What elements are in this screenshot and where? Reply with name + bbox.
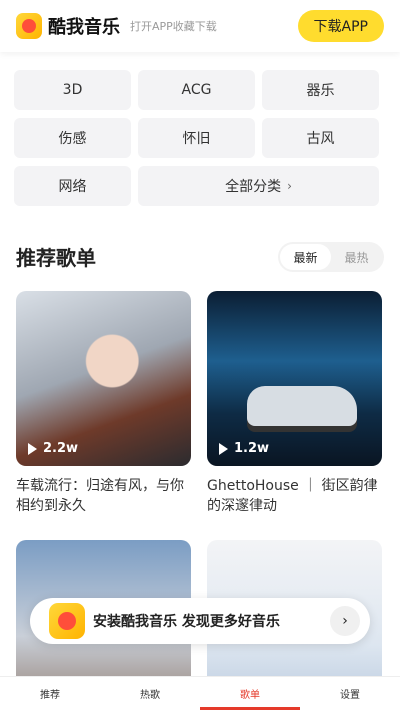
chevron-right-icon: › [287, 179, 292, 193]
playlist-cover-image[interactable]: 2.2w [16, 291, 191, 466]
category-ancient-style[interactable]: 古风 [262, 118, 379, 158]
top-header: 酷我音乐 打开APP收藏下载 下载APP [0, 0, 400, 52]
bottom-tab-bar: 推荐 热歌 歌单 设置 [0, 676, 400, 710]
playlist-card[interactable]: 1.2w GhettoHouse ｜ 街区韵律的深邃律动 [207, 291, 382, 518]
sort-toggle: 最新 最热 [278, 242, 384, 272]
category-internet[interactable]: 网络 [14, 166, 131, 206]
category-grid: 3D ACG 器乐 伤感 怀旧 古风 网络 全部分类 › [14, 70, 380, 206]
play-icon [28, 442, 37, 455]
download-app-button[interactable]: 下载APP [297, 10, 384, 42]
playlist-title[interactable]: GhettoHouse ｜ 街区韵律的深邃律动 [207, 476, 382, 518]
category-nostalgic[interactable]: 怀旧 [138, 118, 255, 158]
category-3d[interactable]: 3D [14, 70, 131, 110]
all-categories-label: 全部分类 [225, 179, 282, 195]
category-acg[interactable]: ACG [138, 70, 255, 110]
category-sad[interactable]: 伤感 [14, 118, 131, 158]
category-instrumental[interactable]: 器乐 [262, 70, 379, 110]
play-count: 2.2w [28, 441, 78, 456]
header-slogan: 打开APP收藏下载 [130, 20, 217, 33]
play-count-value: 2.2w [43, 441, 79, 456]
brand-name: 酷我音乐 [48, 17, 120, 38]
tab-hot-songs[interactable]: 热歌 [100, 677, 200, 710]
tab-recommend[interactable]: 推荐 [0, 677, 100, 710]
kuwo-logo-icon [49, 603, 85, 639]
section-title: 推荐歌单 [16, 246, 96, 270]
play-count: 1.2w [219, 441, 269, 456]
install-app-banner[interactable]: 安装酷我音乐 发现更多好音乐 › [30, 598, 370, 644]
banner-text: 安装酷我音乐 发现更多好音乐 [93, 614, 280, 630]
play-count-value: 1.2w [234, 441, 270, 456]
sort-hottest-tab[interactable]: 最热 [331, 244, 382, 270]
playlist-title[interactable]: 车载流行：归途有风，与你相约到永久 [16, 476, 191, 518]
kuwo-logo-icon[interactable] [16, 13, 42, 39]
sort-newest-tab[interactable]: 最新 [280, 244, 331, 270]
playlist-card[interactable]: 2.2w 车载流行：归途有风，与你相约到永久 [16, 291, 191, 518]
tab-playlists[interactable]: 歌单 [200, 677, 300, 710]
playlist-cover-image[interactable]: 1.2w [207, 291, 382, 466]
tab-settings[interactable]: 设置 [300, 677, 400, 710]
chevron-right-icon[interactable]: › [330, 606, 360, 636]
all-categories-button[interactable]: 全部分类 › [138, 166, 379, 206]
play-icon [219, 442, 228, 455]
